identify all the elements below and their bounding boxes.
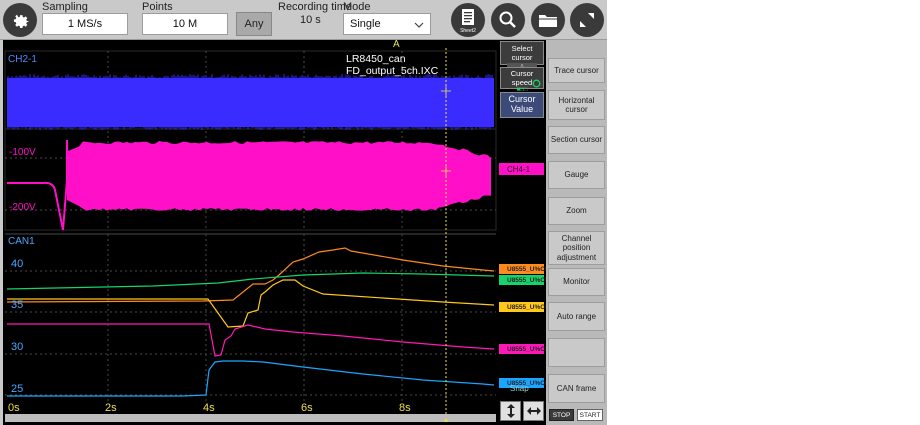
- can-marker-ch07[interactable]: U8555_U%CH07: [499, 264, 557, 274]
- select-cursor-label: Select cursor: [511, 44, 533, 62]
- cursor-speed-button[interactable]: Cursor speed ■□□: [500, 67, 544, 93]
- channel-position-adjustment-button[interactable]: Channel position adjustment: [548, 231, 605, 265]
- horizontal-move-button[interactable]: [523, 401, 544, 421]
- can-ytick-25: 25: [11, 383, 24, 395]
- can-marker-ch06[interactable]: U8555_U%CH06: [499, 275, 557, 285]
- section-cursor-button[interactable]: Section cursor: [548, 126, 605, 154]
- can-marker-ch04[interactable]: U8555_U%CH04: [499, 344, 557, 354]
- sheet-icon: [462, 9, 474, 25]
- arrow-up-down-icon: [506, 404, 515, 418]
- can-frame-button[interactable]: CAN frame: [548, 374, 605, 403]
- settings-button[interactable]: [3, 3, 37, 37]
- trace-cursor-button[interactable]: Trace cursor: [548, 58, 605, 83]
- x-tick-6: 6s: [301, 402, 313, 414]
- can-ch05-trace: [7, 360, 495, 397]
- fullscreen-button[interactable]: [570, 3, 604, 37]
- horizontal-cursor-button[interactable]: Horizontal cursor: [548, 90, 605, 120]
- ch2-label: CH2-1: [8, 54, 37, 65]
- auto-range-button[interactable]: Auto range: [548, 302, 605, 331]
- can-marker-ch03[interactable]: U8555_U%CH03: [499, 302, 557, 312]
- right-menu: Trace cursor Horizontal cursor Section c…: [546, 40, 607, 425]
- zoom-button[interactable]: Zoom: [548, 197, 605, 225]
- ch4-marker[interactable]: CH4-1: [499, 163, 544, 175]
- expand-icon: [580, 13, 594, 27]
- arrow-left-right-icon: [526, 407, 541, 415]
- top-toolbar: Sampling 1 MS/s Points 10 M Any Recordin…: [0, 0, 607, 40]
- any-button[interactable]: Any: [236, 12, 272, 36]
- cursor-panel: Select cursor A Cursor speed ■□□ Cursor …: [498, 40, 557, 425]
- x-tick-0: 0s: [8, 402, 20, 414]
- can-ytick-35: 35: [11, 299, 24, 311]
- start-button[interactable]: START: [577, 409, 603, 421]
- sampling-field[interactable]: 1 MS/s: [42, 13, 128, 35]
- can-traces: [6, 247, 495, 397]
- oscilloscope-app: Sampling 1 MS/s Points 10 M Any Recordin…: [0, 0, 607, 425]
- mode-select[interactable]: Single: [343, 13, 431, 35]
- gauge-button[interactable]: Gauge: [548, 161, 605, 189]
- sheet-button[interactable]: Sheet2: [451, 3, 485, 37]
- can-ch04-trace: [7, 323, 495, 357]
- x-tick-8: 8s: [399, 402, 411, 414]
- refresh-icon: [532, 79, 541, 88]
- folder-icon: [539, 15, 557, 27]
- ch4-level-label-1: -100V: [9, 147, 36, 158]
- mode-value: Single: [350, 18, 381, 30]
- x-tick-4: 4s: [203, 402, 215, 414]
- search-button[interactable]: [491, 3, 525, 37]
- can-ch07-trace: [6, 247, 495, 303]
- magnifier-icon: [499, 11, 516, 28]
- ch4-trace: [7, 140, 491, 231]
- select-cursor-button[interactable]: Select cursor A: [500, 41, 544, 72]
- gear-icon: [13, 14, 29, 28]
- ch4-level-label-2: -200V: [9, 202, 36, 213]
- file-name: LR8450_can FD_output_5ch.IXC: [346, 53, 439, 77]
- vertical-move-button[interactable]: [500, 401, 521, 421]
- points-field[interactable]: 10 M: [142, 13, 228, 35]
- sampling-label: Sampling: [42, 1, 88, 13]
- time-scrollbar[interactable]: [5, 414, 496, 422]
- recording-time-value: 10 s: [300, 14, 321, 26]
- points-label: Points: [142, 1, 173, 13]
- recording-time-label: Recording time: [278, 1, 352, 13]
- cursor-value-button[interactable]: Cursor Value: [500, 92, 544, 118]
- monitor-button[interactable]: Monitor: [548, 268, 605, 296]
- x-tick-2: 2s: [105, 402, 117, 414]
- stop-button[interactable]: STOP: [549, 409, 574, 421]
- cursor-a-label: A: [393, 39, 400, 50]
- snap-label: Snap: [510, 384, 529, 393]
- chevron-down-icon: [414, 22, 424, 28]
- can-ytick-30: 30: [11, 341, 24, 353]
- folder-button[interactable]: [531, 3, 565, 37]
- can1-label: CAN1: [8, 236, 35, 247]
- waveform-display[interactable]: A CH2-1 LR8450_can FD_output_5ch.IXC -10…: [3, 39, 498, 425]
- sheet-label: Sheet2: [460, 28, 476, 34]
- blank-menu-button[interactable]: [548, 338, 605, 367]
- mode-label: Mode: [343, 1, 371, 13]
- can-ytick-40: 40: [11, 258, 24, 270]
- ch2-trace: [7, 74, 494, 130]
- waveform-canvas: [4, 48, 497, 422]
